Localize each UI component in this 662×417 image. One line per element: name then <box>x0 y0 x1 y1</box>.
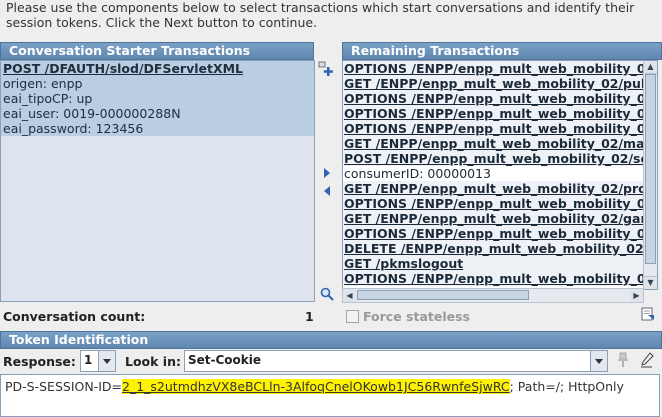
remaining-transactions-list[interactable]: OPTIONS /ENPP/enpp_mult_web_mobility_02/… <box>342 60 658 290</box>
transaction-item[interactable]: GET /ENPP/enpp_mult_web_mobility_02/man <box>343 136 643 151</box>
export-icon[interactable] <box>641 307 655 321</box>
edit-pen-icon[interactable] <box>640 352 654 368</box>
transaction-item[interactable]: GET /ENPP/enpp_mult_web_mobility_02/gam <box>343 211 643 226</box>
transaction-item[interactable]: OPTIONS /ENPP/enpp_mult_web_mobility_02/ <box>343 121 643 136</box>
move-right-icon[interactable] <box>323 167 331 178</box>
transaction-item[interactable]: DELETE /ENPP/enpp_mult_web_mobility_02/s <box>343 241 643 256</box>
instructions-text: Please use the components below to selec… <box>6 0 635 30</box>
scroll-down-icon[interactable]: ▼ <box>644 276 657 289</box>
starter-item[interactable]: origen: enpp <box>1 76 314 91</box>
zoom-icon[interactable] <box>320 287 334 301</box>
starter-item[interactable]: POST /DFAUTH/slod/DFServletXML <box>1 61 314 76</box>
token-text-area[interactable]: PD-S-SESSION-ID=2_1_s2utmdhzVX8eBCLln-3A… <box>0 374 660 417</box>
transaction-item[interactable]: OPTIONS /ENPP/enpp_mult_web_mobility_02/ <box>343 106 643 121</box>
response-selected-value: 1 <box>84 353 93 367</box>
chevron-down-icon[interactable] <box>98 351 115 371</box>
transaction-item[interactable]: OPTIONS /ENPP/enpp_mult_web_mobility_02/ <box>343 226 643 241</box>
starter-item[interactable]: eai_user: 0019-000000288N <box>1 106 314 121</box>
response-select[interactable]: 1 <box>80 350 116 372</box>
vertical-scroll-thumb[interactable] <box>645 74 656 264</box>
token-highlighted-value[interactable]: 2_1_s2utmdhzVX8eBCLln-3AlfoqCnelOKowb1JC… <box>122 379 510 394</box>
transaction-item[interactable]: POST /ENPP/enpp_mult_web_mobility_02/se <box>343 151 643 166</box>
scroll-up-icon[interactable]: ▲ <box>644 61 657 74</box>
add-transaction-icon[interactable] <box>318 61 334 77</box>
horizontal-scrollbar[interactable]: ◀ ▶ <box>342 288 644 303</box>
conversation-starter-header: Conversation Starter Transactions <box>0 42 314 60</box>
scroll-left-icon[interactable]: ◀ <box>343 289 356 302</box>
conversation-count-label: Conversation count: <box>3 309 146 324</box>
token-prefix: PD-S-SESSION-ID= <box>5 379 122 394</box>
transaction-item[interactable]: consumerID: 00000013 <box>343 166 643 181</box>
transaction-item[interactable]: OPTIONS /ENPP/enpp_mult_web_mobility_02/ <box>343 271 643 286</box>
look-in-selected-value: Set-Cookie <box>188 353 262 367</box>
starter-item[interactable]: eai_tipoCP: up <box>1 91 314 106</box>
horizontal-scroll-thumb[interactable] <box>357 290 529 300</box>
pin-icon[interactable] <box>616 352 630 368</box>
conversation-count-value: 1 <box>305 309 314 324</box>
transaction-item[interactable]: OPTIONS /ENPP/enpp_mult_web_mobility_02/ <box>343 196 643 211</box>
transaction-item[interactable]: GET /pkmslogout <box>343 256 643 271</box>
remaining-transactions-header: Remaining Transactions <box>342 42 662 60</box>
scroll-right-icon[interactable]: ▶ <box>630 289 643 302</box>
starter-item[interactable]: eai_password: 123456 <box>1 121 314 136</box>
transaction-item[interactable]: OPTIONS /ENPP/enpp_mult_web_mobility_02/ <box>343 91 643 106</box>
response-label: Response: <box>3 354 76 369</box>
token-identification-header: Token Identification <box>0 331 662 349</box>
force-stateless-checkbox[interactable] <box>346 310 359 323</box>
vertical-scrollbar[interactable]: ▲ ▼ <box>643 61 657 289</box>
chevron-down-icon[interactable] <box>590 351 607 371</box>
force-stateless-label: Force stateless <box>363 309 470 324</box>
look-in-label: Look in: <box>125 354 181 369</box>
transaction-item[interactable]: GET /ENPP/enpp_mult_web_mobility_02/pub <box>343 76 643 91</box>
transaction-item[interactable]: GET /ENPP/enpp_mult_web_mobility_02/prod <box>343 181 643 196</box>
move-left-icon[interactable] <box>323 185 331 196</box>
transaction-item[interactable]: OPTIONS /ENPP/enpp_mult_web_mobility_02/ <box>343 61 643 76</box>
look-in-select[interactable]: Set-Cookie <box>184 350 608 372</box>
token-suffix: ; Path=/; HttpOnly <box>509 379 624 394</box>
conversation-starter-list[interactable]: POST /DFAUTH/slod/DFServletXML origen: e… <box>0 60 315 302</box>
